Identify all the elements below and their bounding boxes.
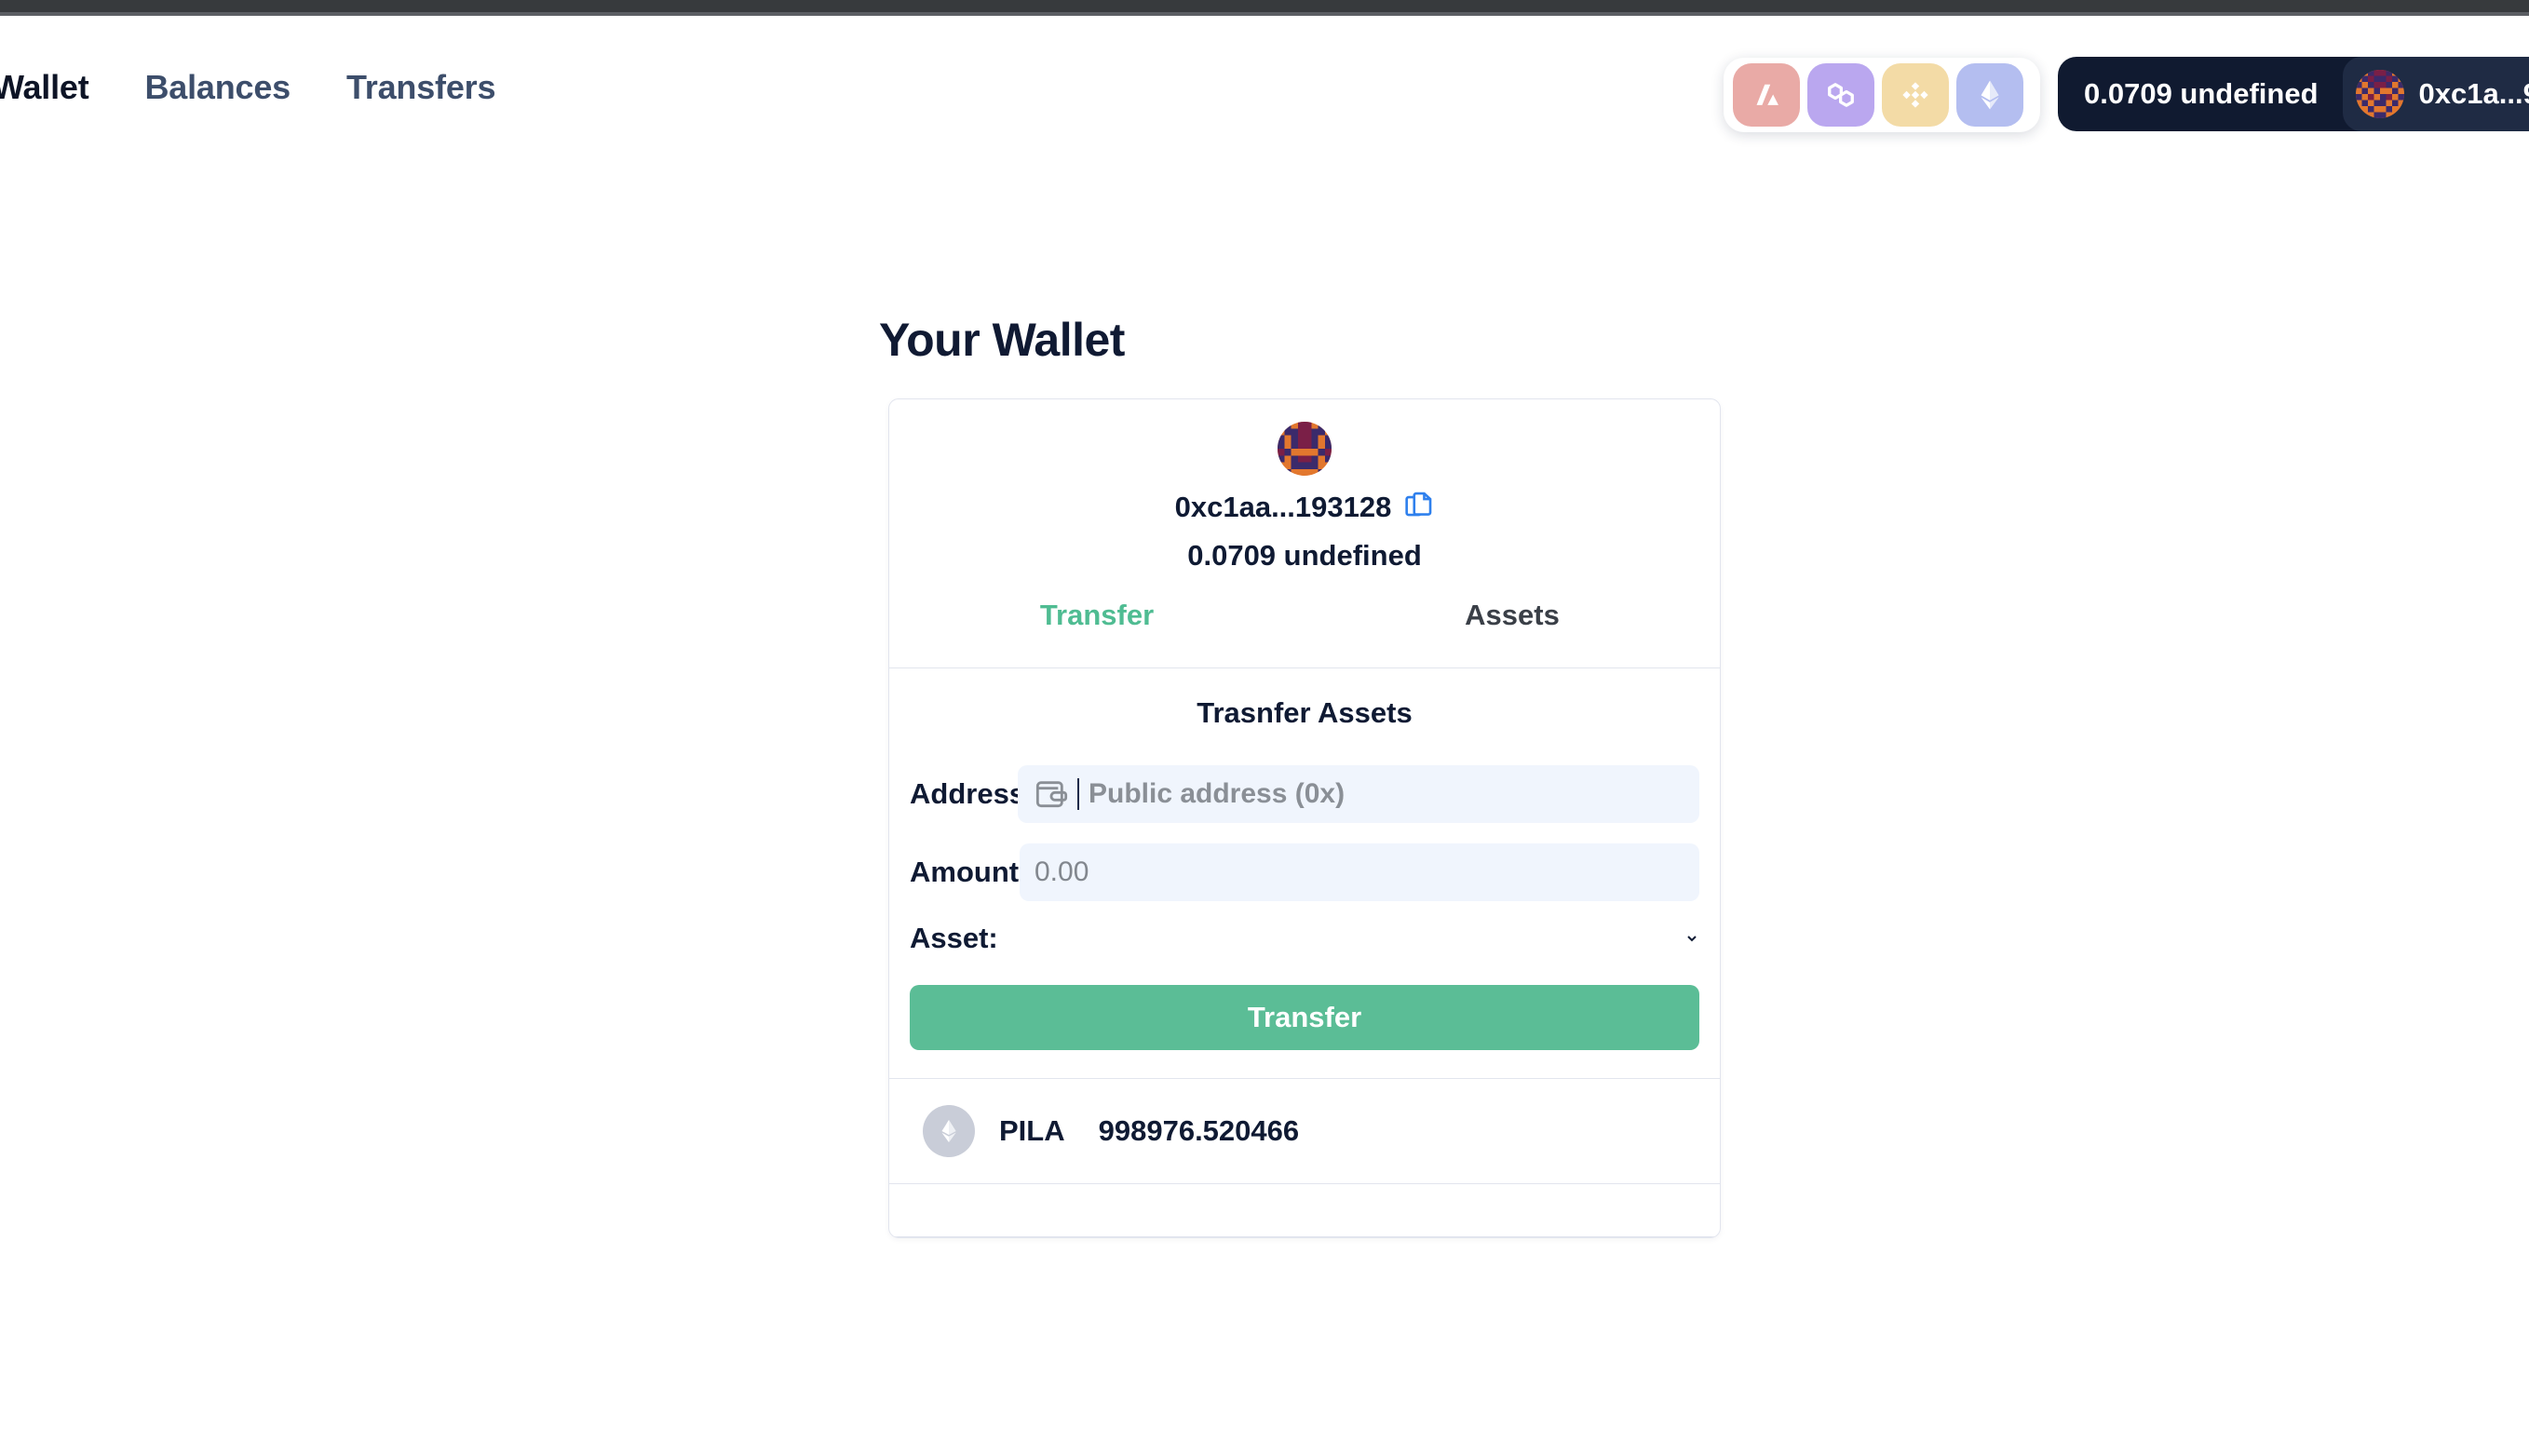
browser-chrome-bar bbox=[0, 0, 2529, 12]
asset-amount: 998976.520466 bbox=[1098, 1114, 1300, 1147]
tab-transfer[interactable]: Transfer bbox=[889, 599, 1305, 632]
asset-label: Asset: bbox=[910, 922, 998, 954]
wallet-card-header: 0xc1aa...193128 0.0709 undefined Transfe… bbox=[889, 399, 1720, 668]
tab-assets[interactable]: Assets bbox=[1305, 599, 1720, 632]
amount-input[interactable]: 0.00 bbox=[1020, 843, 1699, 901]
nav-links: Wallet Balances Transfers bbox=[0, 68, 495, 107]
account-badge-avatar bbox=[2355, 70, 2404, 118]
amount-placeholder: 0.00 bbox=[1035, 856, 1089, 887]
wallet-address-row: 0xc1aa...193128 bbox=[889, 491, 1720, 524]
address-placeholder: Public address (0x) bbox=[1089, 778, 1346, 809]
text-caret bbox=[1077, 778, 1079, 810]
amount-form-row: Amount: 0.00 bbox=[910, 843, 1699, 901]
address-form-row: Address: Public address (0x) bbox=[910, 765, 1699, 823]
ethereum-icon bbox=[1970, 75, 2009, 115]
account-badge-balance: 0.0709 undefined bbox=[2084, 77, 2319, 110]
nav-link-balances[interactable]: Balances bbox=[144, 68, 291, 107]
polygon-icon bbox=[1821, 75, 1860, 115]
asset-list-item[interactable]: PILA 998976.520466 bbox=[889, 1079, 1720, 1184]
top-navbar: Wallet Balances Transfers 0.0709 undefin… bbox=[0, 16, 2529, 142]
page-title: Your Wallet bbox=[879, 314, 1125, 366]
wallet-avatar bbox=[1278, 422, 1332, 476]
wallet-balance: 0.0709 undefined bbox=[1187, 539, 1422, 572]
network-chip-polygon[interactable] bbox=[1807, 63, 1874, 127]
asset-list-item-partial[interactable] bbox=[889, 1184, 1720, 1237]
wallet-address: 0xc1aa...193128 bbox=[1174, 491, 1392, 523]
transfer-submit-button[interactable]: Transfer bbox=[910, 985, 1699, 1050]
asset-form-row: Asset: bbox=[910, 922, 1699, 955]
wallet-card: 0xc1aa...193128 0.0709 undefined Transfe… bbox=[888, 398, 1721, 1238]
asset-select[interactable] bbox=[1018, 923, 1699, 954]
nav-link-wallet[interactable]: Wallet bbox=[0, 68, 89, 107]
binance-icon bbox=[1896, 75, 1935, 115]
account-badge-address: 0xc1a...93 bbox=[2418, 77, 2529, 110]
network-chip-ethereum[interactable] bbox=[1956, 63, 2023, 127]
ethereum-token-icon bbox=[923, 1105, 975, 1157]
network-switcher bbox=[1724, 58, 2040, 132]
transfer-heading: Trasnfer Assets bbox=[1197, 696, 1413, 729]
address-input[interactable]: Public address (0x) bbox=[1018, 765, 1699, 823]
network-chip-avalanche[interactable] bbox=[1733, 63, 1800, 127]
copy-icon[interactable] bbox=[1404, 492, 1434, 523]
wallet-tabs: Transfer Assets bbox=[889, 599, 1720, 667]
account-badge-pill[interactable]: 0xc1a...93 bbox=[2342, 57, 2529, 131]
address-label: Address: bbox=[910, 777, 1035, 810]
asset-symbol: PILA bbox=[999, 1114, 1065, 1147]
network-chip-binance[interactable] bbox=[1882, 63, 1949, 127]
avalanche-icon bbox=[1747, 75, 1786, 115]
wallet-icon bbox=[1035, 781, 1068, 808]
avatar-wrap bbox=[889, 422, 1720, 476]
account-badge[interactable]: 0.0709 undefined 0xc1a... bbox=[2058, 57, 2529, 131]
nav-link-transfers[interactable]: Transfers bbox=[346, 68, 495, 107]
amount-label: Amount: bbox=[910, 856, 1029, 888]
transfer-panel: Trasnfer Assets Address: Public address … bbox=[889, 668, 1720, 1079]
